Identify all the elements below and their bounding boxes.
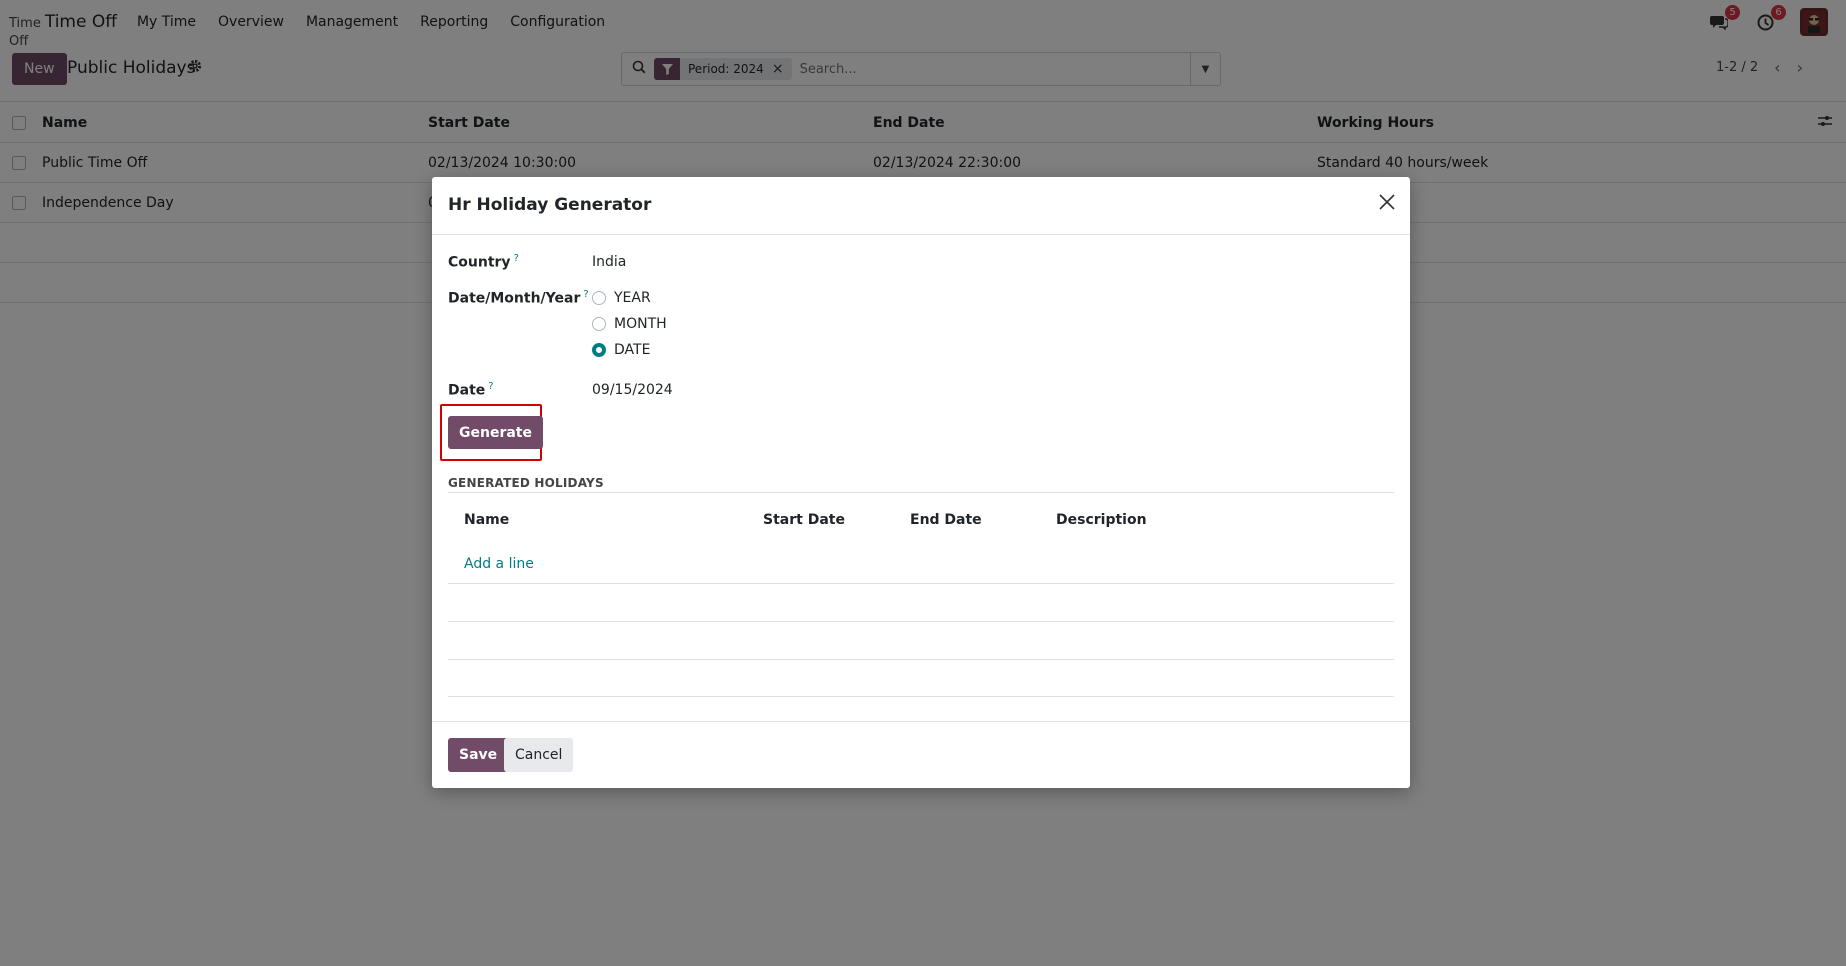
radio-year-label: YEAR — [614, 290, 651, 306]
gh-col-description: Description — [1056, 512, 1147, 528]
dialog-title: Hr Holiday Generator — [448, 195, 652, 215]
gh-empty-row — [448, 583, 1394, 621]
date-label: Date? — [448, 381, 494, 399]
generated-holidays-title: GENERATED HOLIDAYS — [448, 476, 604, 490]
gh-empty-row — [448, 621, 1394, 659]
radio-date[interactable]: DATE — [592, 342, 650, 358]
country-label-text: Country — [448, 254, 511, 271]
radio-date-button[interactable] — [592, 343, 606, 357]
date-help-icon[interactable]: ? — [488, 381, 493, 392]
gh-col-end-date: End Date — [910, 512, 982, 528]
radio-year[interactable]: YEAR — [592, 290, 651, 306]
country-value[interactable]: India — [592, 254, 626, 270]
dmy-help-icon[interactable]: ? — [583, 289, 588, 300]
date-label-text: Date — [448, 382, 486, 399]
dmy-label-text: Date/Month/Year — [448, 290, 581, 307]
close-icon[interactable] — [1378, 191, 1396, 215]
date-value[interactable]: 09/15/2024 — [592, 382, 673, 398]
add-line-link[interactable]: Add a line — [464, 556, 534, 572]
country-help-icon[interactable]: ? — [514, 253, 519, 264]
radio-date-label: DATE — [614, 342, 651, 358]
generate-button[interactable]: Generate — [448, 416, 543, 449]
gh-empty-row — [448, 659, 1394, 697]
radio-month[interactable]: MONTH — [592, 316, 667, 332]
holiday-generator-dialog: Hr Holiday Generator Country? India Date… — [432, 177, 1410, 788]
radio-month-button[interactable] — [592, 317, 606, 331]
section-divider — [448, 492, 1394, 493]
dialog-footer: Save Cancel — [432, 721, 1410, 788]
gh-col-start-date: Start Date — [763, 512, 845, 528]
country-label: Country? — [448, 253, 519, 271]
dialog-header: Hr Holiday Generator — [432, 177, 1410, 235]
gh-col-name: Name — [464, 512, 510, 528]
dmy-label: Date/Month/Year? — [448, 289, 589, 307]
radio-month-label: MONTH — [614, 316, 667, 332]
save-button[interactable]: Save — [448, 738, 509, 772]
radio-year-button[interactable] — [592, 291, 606, 305]
cancel-button[interactable]: Cancel — [504, 738, 574, 772]
